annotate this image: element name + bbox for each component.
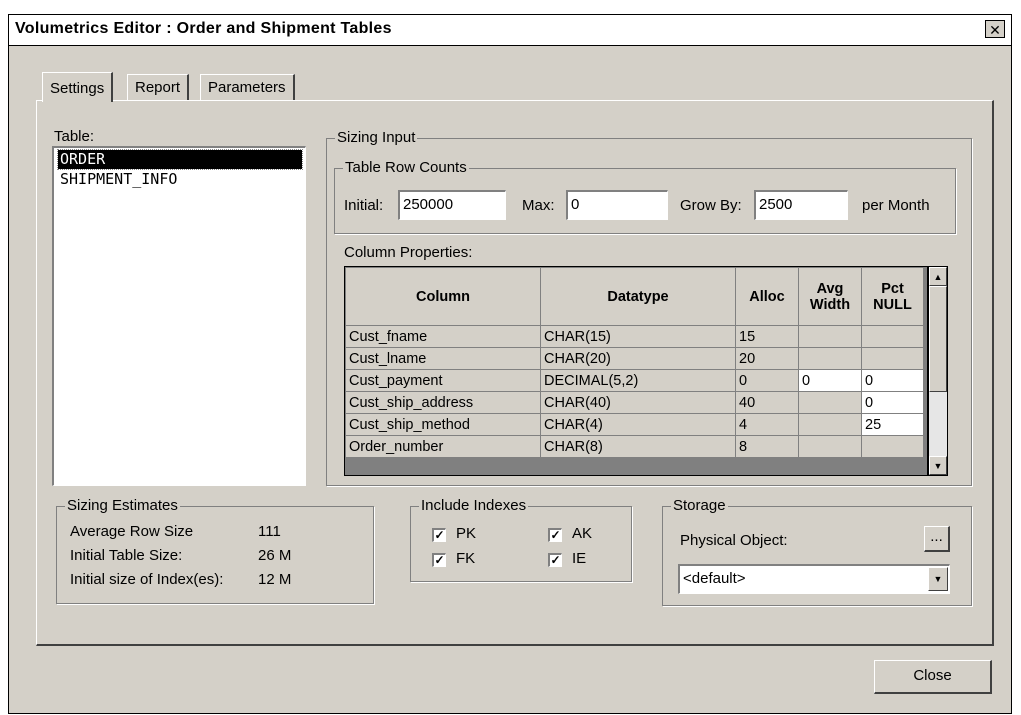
ak-label: AK	[572, 525, 593, 542]
initial-index-size-label: Initial size of Index(es):	[70, 571, 224, 588]
pk-checkbox[interactable]: ✓	[432, 528, 446, 542]
cell-column[interactable]: Cust_ship_address	[345, 391, 541, 414]
cell-alloc[interactable]: 4	[735, 413, 799, 436]
cell-column[interactable]: Cust_payment	[345, 369, 541, 392]
list-item-shipment-info[interactable]: SHIPMENT_INFO	[58, 170, 302, 189]
table-row[interactable]: Order_number CHAR(8) 8	[345, 435, 924, 458]
cell-avg-width[interactable]: 0	[798, 369, 862, 392]
cell-avg-width[interactable]	[798, 435, 862, 458]
close-window-icon[interactable]: ✕	[985, 20, 1005, 38]
column-properties-grid[interactable]: Column Datatype Alloc Avg Width Pct NULL…	[344, 266, 928, 476]
cell-datatype[interactable]: CHAR(40)	[540, 391, 736, 414]
cell-pct-null[interactable]: 0	[861, 391, 924, 414]
title-bar: Volumetrics Editor : Order and Shipment …	[9, 15, 1011, 46]
table-row[interactable]: Cust_payment DECIMAL(5,2) 0 0 0	[345, 369, 924, 392]
cell-pct-null[interactable]	[861, 347, 924, 370]
cell-column[interactable]: Cust_fname	[345, 325, 541, 348]
cell-avg-width[interactable]	[798, 413, 862, 436]
close-button[interactable]: Close	[874, 660, 992, 694]
header-column[interactable]: Column	[345, 267, 541, 326]
cell-pct-null[interactable]: 0	[861, 369, 924, 392]
header-pct-null[interactable]: Pct NULL	[861, 267, 924, 326]
cell-avg-width[interactable]	[798, 325, 862, 348]
cell-datatype[interactable]: CHAR(4)	[540, 413, 736, 436]
physical-object-select-value: <default>	[683, 570, 746, 587]
header-datatype[interactable]: Datatype	[540, 267, 736, 326]
cell-datatype[interactable]: DECIMAL(5,2)	[540, 369, 736, 392]
physical-object-select[interactable]: <default> ▼	[678, 564, 950, 594]
cell-alloc[interactable]: 15	[735, 325, 799, 348]
include-indexes-group: Include Indexes	[410, 497, 632, 582]
grow-by-input[interactable]: 2500	[754, 190, 848, 220]
per-month-label: per Month	[862, 197, 930, 214]
list-item-order[interactable]: ORDER	[57, 149, 303, 170]
scroll-thumb[interactable]	[929, 286, 947, 392]
cell-alloc[interactable]: 40	[735, 391, 799, 414]
table-row[interactable]: Cust_ship_address CHAR(40) 40 0	[345, 391, 924, 414]
include-indexes-legend: Include Indexes	[419, 497, 529, 515]
header-alloc[interactable]: Alloc	[735, 267, 799, 326]
fk-checkbox[interactable]: ✓	[432, 553, 446, 567]
table-row[interactable]: Cust_lname CHAR(20) 20	[345, 347, 924, 370]
ie-label: IE	[572, 550, 587, 567]
tab-settings[interactable]: Settings	[42, 72, 114, 102]
cell-datatype[interactable]: CHAR(8)	[540, 435, 736, 458]
table-label: Table:	[54, 128, 95, 145]
grow-by-label: Grow By:	[680, 197, 742, 214]
cell-column[interactable]: Cust_ship_method	[345, 413, 541, 436]
table-row-counts-legend: Table Row Counts	[343, 159, 469, 177]
cell-alloc[interactable]: 0	[735, 369, 799, 392]
cell-alloc[interactable]: 20	[735, 347, 799, 370]
initial-table-size-value: 26 M	[258, 547, 292, 564]
scroll-down-icon[interactable]: ▼	[929, 456, 947, 475]
cell-avg-width[interactable]	[798, 347, 862, 370]
initial-table-size-label: Initial Table Size:	[70, 547, 183, 564]
physical-object-label: Physical Object:	[680, 532, 788, 549]
grid-scrollbar[interactable]: ▲ ▼	[928, 266, 948, 476]
sizing-input-legend: Sizing Input	[335, 129, 418, 147]
average-row-size-label: Average Row Size	[70, 523, 194, 540]
scroll-up-icon[interactable]: ▲	[929, 267, 947, 286]
initial-index-size-value: 12 M	[258, 571, 292, 588]
column-properties-label: Column Properties:	[344, 244, 473, 261]
tab-report[interactable]: Report	[127, 74, 190, 100]
cell-avg-width[interactable]	[798, 391, 862, 414]
cell-datatype[interactable]: CHAR(20)	[540, 347, 736, 370]
storage-legend: Storage	[671, 497, 728, 515]
cell-column[interactable]: Cust_lname	[345, 347, 541, 370]
window-title: Volumetrics Editor : Order and Shipment …	[15, 20, 392, 37]
initial-row-count-input[interactable]: 250000	[398, 190, 506, 220]
table-row[interactable]: Cust_fname CHAR(15) 15	[345, 325, 924, 348]
max-label: Max:	[522, 197, 555, 214]
dropdown-arrow-icon[interactable]: ▼	[928, 567, 948, 591]
cell-alloc[interactable]: 8	[735, 435, 799, 458]
cell-pct-null[interactable]	[861, 325, 924, 348]
browse-physical-object-button[interactable]: ...	[924, 526, 950, 552]
cell-pct-null[interactable]	[861, 435, 924, 458]
cell-datatype[interactable]: CHAR(15)	[540, 325, 736, 348]
tab-parameters[interactable]: Parameters	[200, 74, 295, 100]
average-row-size-value: 111	[258, 523, 281, 540]
sizing-estimates-legend: Sizing Estimates	[65, 497, 180, 515]
ie-checkbox[interactable]: ✓	[548, 553, 562, 567]
table-row[interactable]: Cust_ship_method CHAR(4) 4 25	[345, 413, 924, 436]
ak-checkbox[interactable]: ✓	[548, 528, 562, 542]
pk-label: PK	[456, 525, 477, 542]
cell-pct-null[interactable]: 25	[861, 413, 924, 436]
header-avg-width[interactable]: Avg Width	[798, 267, 862, 326]
table-listbox[interactable]: ORDER SHIPMENT_INFO	[52, 146, 306, 486]
cell-column[interactable]: Order_number	[345, 435, 541, 458]
initial-label: Initial:	[344, 197, 384, 214]
fk-label: FK	[456, 550, 476, 567]
max-row-count-input[interactable]: 0	[566, 190, 668, 220]
